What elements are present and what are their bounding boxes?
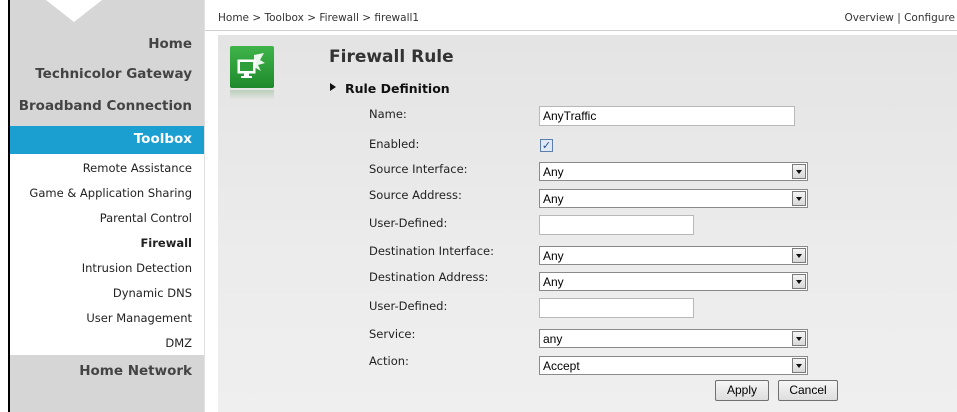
- section-title: Rule Definition: [345, 81, 450, 96]
- nav-toolbox-label: Toolbox: [133, 131, 192, 147]
- source-interface-value: Any: [543, 165, 564, 179]
- service-value: any: [543, 332, 563, 346]
- chevron-down-icon[interactable]: [792, 331, 806, 346]
- section-rule-definition: Rule Definition: [330, 81, 450, 96]
- user-defined-label-1: User-Defined:: [369, 216, 448, 230]
- source-interface-select[interactable]: Any: [539, 162, 808, 181]
- enabled-label: Enabled:: [369, 137, 420, 151]
- destination-interface-select[interactable]: Any: [539, 246, 808, 265]
- sidebar-header-area: Home Technicolor Gateway Broadband Conne…: [10, 0, 204, 126]
- sidebar-item-user-management[interactable]: User Management: [86, 311, 192, 325]
- nav-home-network-label: Home Network: [79, 363, 192, 379]
- apply-button[interactable]: Apply: [715, 380, 769, 401]
- action-label: Action:: [369, 354, 409, 368]
- destination-address-value: Any: [543, 275, 564, 289]
- sidebar-divider: [204, 0, 205, 412]
- chevron-down-icon[interactable]: [792, 191, 806, 206]
- sidebar-item-dmz[interactable]: DMZ: [165, 336, 192, 350]
- destination-address-select[interactable]: Any: [539, 272, 808, 291]
- sidebar: Home Technicolor Gateway Broadband Conne…: [10, 0, 204, 412]
- name-label: Name:: [369, 107, 407, 121]
- nav-broadband-connection[interactable]: Broadband Connection: [19, 98, 192, 114]
- header-divider: [205, 30, 957, 31]
- source-address-value: Any: [543, 192, 564, 206]
- destination-interface-value: Any: [543, 249, 564, 263]
- cancel-button[interactable]: Cancel: [778, 380, 838, 401]
- action-select[interactable]: Accept: [539, 356, 808, 375]
- main-content: Firewall Rule Rule Definition Name: AnyT…: [218, 35, 957, 412]
- page-title: Firewall Rule: [329, 47, 454, 67]
- sidebar-item-dynamic-dns[interactable]: Dynamic DNS: [113, 286, 192, 300]
- user-defined-field-2[interactable]: [539, 298, 694, 318]
- logo-reflection: [230, 90, 274, 100]
- chevron-down-icon[interactable]: [792, 164, 806, 179]
- source-interface-label: Source Interface:: [369, 162, 468, 176]
- destination-interface-label: Destination Interface:: [369, 244, 495, 258]
- chevron-down-icon[interactable]: [792, 274, 806, 289]
- chevron-down-icon[interactable]: [792, 358, 806, 373]
- sidebar-item-game-application-sharing[interactable]: Game & Application Sharing: [29, 186, 192, 200]
- source-address-select[interactable]: Any: [539, 189, 808, 208]
- nav-home-network[interactable]: Home Network: [10, 355, 204, 412]
- chevron-down-icon[interactable]: [792, 248, 806, 263]
- overview-configure-links[interactable]: Overview | Configure: [844, 12, 955, 24]
- sidebar-item-remote-assistance[interactable]: Remote Assistance: [83, 161, 192, 175]
- sidebar-notch: [46, 0, 102, 22]
- source-address-label: Source Address:: [369, 188, 462, 202]
- name-field[interactable]: AnyTraffic: [539, 106, 795, 126]
- service-select[interactable]: any: [539, 329, 808, 348]
- user-defined-field-1[interactable]: [539, 215, 694, 235]
- firewall-monitor-icon: [230, 46, 274, 88]
- sidebar-item-intrusion-detection[interactable]: Intrusion Detection: [82, 261, 192, 275]
- sidebar-item-parental-control[interactable]: Parental Control: [100, 211, 192, 225]
- nav-technicolor-gateway[interactable]: Technicolor Gateway: [35, 66, 192, 82]
- triangle-right-icon: [330, 83, 336, 91]
- user-defined-label-2: User-Defined:: [369, 299, 448, 313]
- sidebar-item-firewall[interactable]: Firewall: [140, 236, 192, 250]
- breadcrumb[interactable]: Home > Toolbox > Firewall > firewall1: [218, 12, 419, 24]
- action-value: Accept: [543, 359, 580, 373]
- nav-toolbox[interactable]: Toolbox: [10, 126, 204, 154]
- nav-home[interactable]: Home: [148, 36, 192, 52]
- enabled-checkbox[interactable]: ✓: [540, 139, 553, 152]
- service-label: Service:: [369, 327, 416, 341]
- destination-address-label: Destination Address:: [369, 270, 489, 284]
